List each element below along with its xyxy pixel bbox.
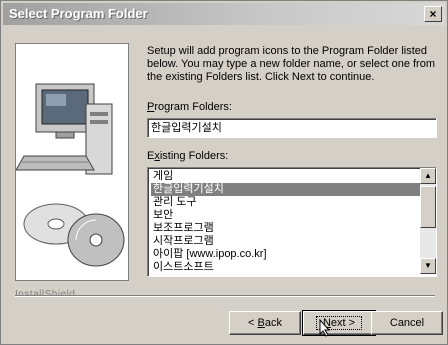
list-item[interactable]: 한글입력기설치: [151, 183, 420, 196]
next-button[interactable]: Next >: [302, 310, 376, 336]
scroll-down-button[interactable]: ▼: [420, 258, 436, 274]
scroll-up-button[interactable]: ▲: [420, 168, 436, 184]
close-icon: ×: [429, 7, 437, 21]
scroll-thumb[interactable]: [420, 186, 436, 228]
list-item[interactable]: 이스트소프트: [151, 261, 420, 274]
program-folders-label: Program Folders:: [147, 101, 232, 113]
cancel-button[interactable]: Cancel: [371, 311, 443, 335]
list-item[interactable]: 관리 도구: [151, 196, 420, 209]
program-folder-input[interactable]: [148, 119, 436, 135]
description-text: Setup will add program icons to the Prog…: [147, 45, 435, 83]
list-item[interactable]: 시작프로그램: [151, 235, 420, 248]
cursor-icon: [319, 319, 331, 337]
existing-folders-label: Existing Folders:: [147, 150, 229, 162]
computer-icon: [15, 44, 128, 280]
list-item[interactable]: 게임: [151, 170, 420, 183]
footer-separator: [15, 295, 435, 297]
title-bar: Select Program Folder ×: [3, 3, 445, 25]
existing-folders-list[interactable]: 게임 한글입력기설치 관리 도구 보안 보조프로그램 시작프로그램 아이팝 [www.ipo…: [147, 167, 437, 277]
list-item[interactable]: 보안: [151, 209, 420, 222]
setup-illustration: [15, 43, 129, 281]
program-folder-field[interactable]: [147, 118, 437, 138]
window-title: Select Program Folder: [9, 6, 148, 21]
close-button[interactable]: ×: [424, 6, 442, 22]
setup-dialog: Select Program Folder × Setup will add p…: [0, 0, 448, 345]
back-button[interactable]: < Back: [229, 311, 301, 335]
list-item[interactable]: 보조프로그램: [151, 222, 420, 235]
list-item[interactable]: 아이팝 [www.ipop.co.kr]: [151, 248, 420, 261]
list-scrollbar[interactable]: ▲ ▼: [420, 168, 436, 274]
